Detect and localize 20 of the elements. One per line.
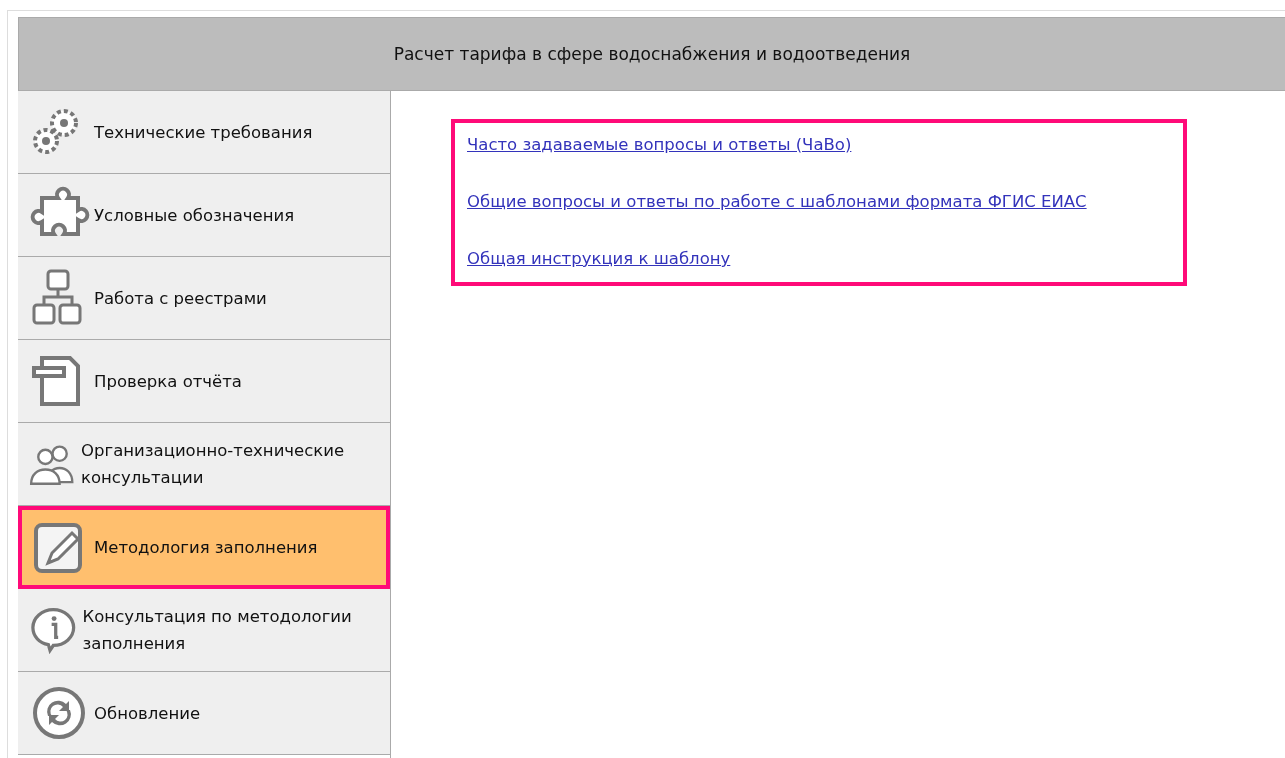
sidebar-item[interactable]: Обновление	[18, 672, 390, 755]
sidebar-item-label: Технические требования	[94, 121, 313, 144]
sidebar-item-label: Проверка отчёта	[94, 370, 242, 393]
sidebar-item[interactable]: Проверка отчёта	[18, 340, 390, 423]
sidebar-item-label: Организационно-технические консультации	[81, 440, 346, 489]
link[interactable]: Общая инструкция к шаблону	[467, 249, 731, 268]
sidebar-item[interactable]: Организационно-технические консультации	[18, 423, 390, 506]
sidebar-item-label: Методология заполнения	[94, 537, 318, 559]
link[interactable]: Часто задаваемые вопросы и ответы (ЧаВо)	[467, 135, 852, 154]
sidebar-item[interactable]: Технические требования	[18, 91, 390, 174]
sidebar-item-label: Консультация по методологии заполнения	[82, 606, 353, 655]
sidebar-item[interactable]: Консультация по методологии заполнения	[18, 589, 390, 672]
sidebar-item[interactable]: Условные обозначения	[18, 174, 390, 257]
sidebar-item-label: Условные обозначения	[94, 204, 295, 227]
header-title: Расчет тарифа в сфере водоснабжения и водоотведения	[393, 44, 911, 64]
sidebar-item-label: Работа с реестрами	[94, 287, 267, 310]
sidebar-item[interactable]: Методология заполнения	[18, 506, 390, 589]
link[interactable]: Общие вопросы и ответы по работе с шаблонами формата ФГИС ЕИАС	[467, 192, 1087, 211]
sidebar-item-label: Обновление	[94, 702, 201, 725]
sidebar-item[interactable]: Работа с реестрами	[18, 257, 390, 340]
